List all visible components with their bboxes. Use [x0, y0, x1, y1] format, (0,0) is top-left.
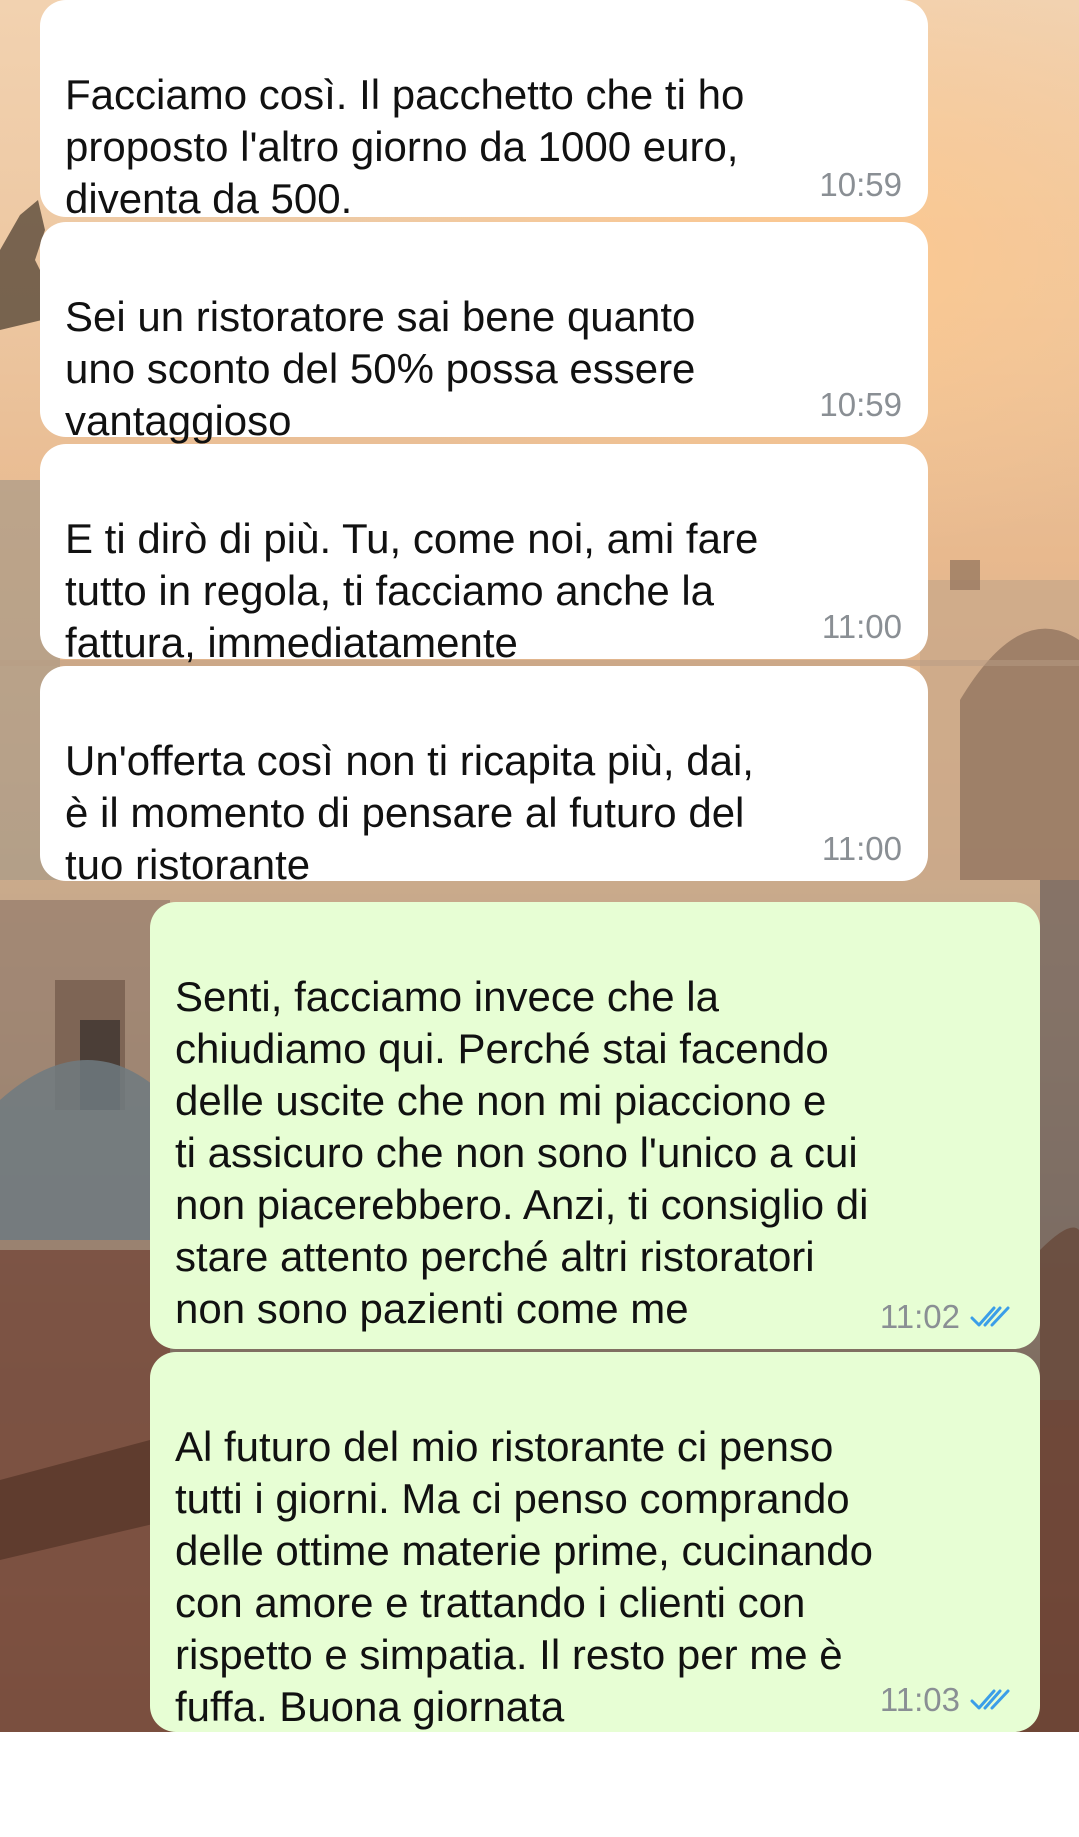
message-timestamp: 11:02: [879, 1298, 960, 1335]
message-timestamp: 11:00: [821, 830, 902, 867]
message-text: Senti, facciamo invece che la chiudiamo …: [175, 973, 869, 1332]
message-meta: 11:03: [880, 1682, 1014, 1718]
chat-message-list[interactable]: Facciamo così. Il pacchetto che ti ho pr…: [0, 0, 1079, 1732]
outgoing-message-bubble: Al futuro del mio ristorante ci penso tu…: [150, 1352, 1040, 1732]
message-meta: 11:02: [880, 1299, 1014, 1335]
incoming-message-bubble: Facciamo così. Il pacchetto che ti ho pr…: [40, 0, 928, 222]
message-text: Facciamo così. Il pacchetto che ti ho pr…: [65, 71, 745, 222]
double-check-read-icon: [970, 1689, 1010, 1710]
message-timestamp: 10:59: [819, 166, 902, 203]
incoming-message-bubble: Un'offerta così non ti ricapita più, dai…: [40, 666, 928, 888]
message-meta: 11:00: [822, 609, 902, 645]
message-meta: 10:59: [819, 387, 902, 423]
message-timestamp: 11:03: [879, 1681, 960, 1718]
double-check-read-icon: [970, 1306, 1010, 1327]
message-text: Un'offerta così non ti ricapita più, dai…: [65, 737, 754, 888]
incoming-message-bubble: Sei un ristoratore sai bene quanto uno s…: [40, 222, 928, 444]
message-meta: 11:00: [822, 831, 902, 867]
message-timestamp: 11:00: [821, 608, 902, 645]
outgoing-message-bubble: Senti, facciamo invece che la chiudiamo …: [150, 902, 1040, 1349]
message-meta: 10:59: [819, 167, 902, 203]
message-text: Sei un ristoratore sai bene quanto uno s…: [65, 293, 696, 444]
message-timestamp: 10:59: [819, 386, 902, 423]
message-text: E ti dirò di più. Tu, come noi, ami fare…: [65, 515, 759, 666]
incoming-message-bubble: E ti dirò di più. Tu, come noi, ami fare…: [40, 444, 928, 666]
